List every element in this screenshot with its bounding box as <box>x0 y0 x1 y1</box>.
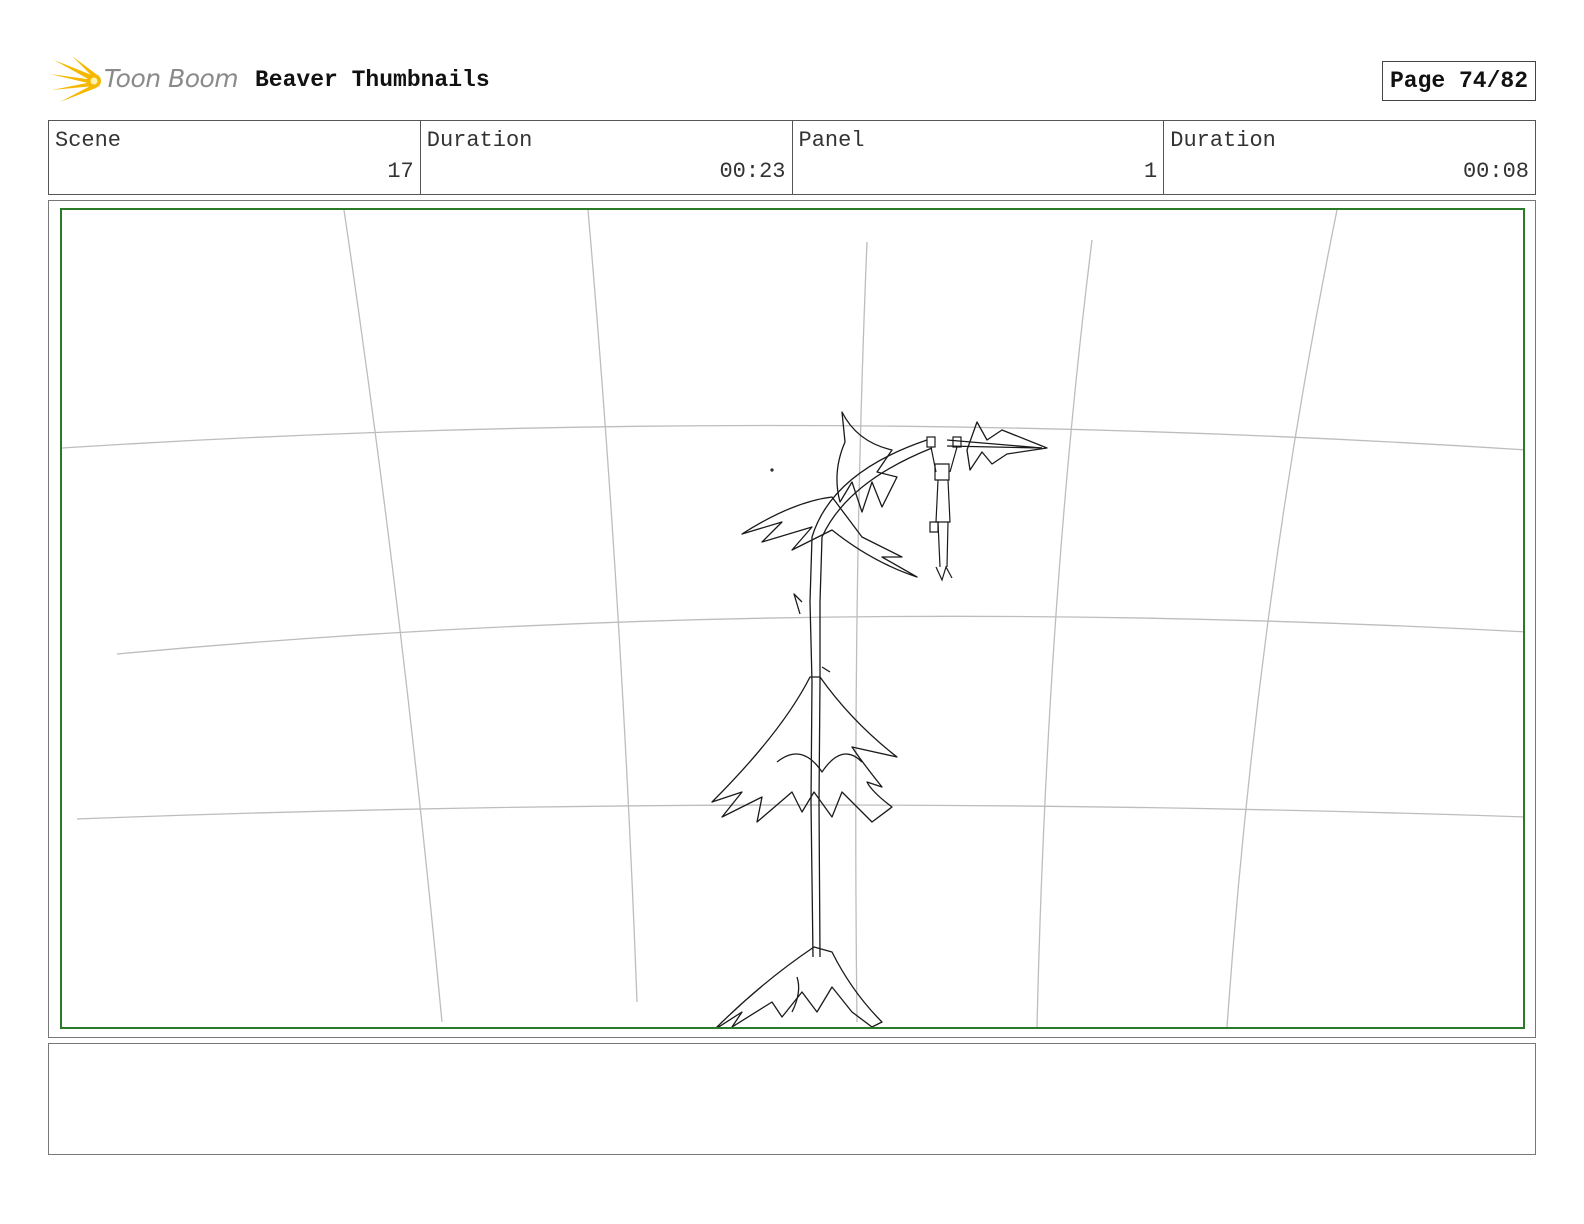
panel-info-bar: Scene 17 Duration 00:23 Panel 1 Duration… <box>48 120 1536 195</box>
document-title: Beaver Thumbnails <box>255 67 490 93</box>
perspective-grid <box>62 210 1523 1027</box>
logo-text: Toon Boom <box>104 64 239 93</box>
scene-duration-value: 00:23 <box>719 159 786 184</box>
panel-duration-value: 00:08 <box>1462 159 1529 184</box>
scene-duration-cell: Duration 00:23 <box>421 121 793 194</box>
scene-duration-label: Duration <box>426 128 533 153</box>
hanging-figure-icon <box>770 436 962 582</box>
scene-label: Scene <box>55 128 122 153</box>
toon-boom-logo: Toon Boom <box>50 54 240 106</box>
panel-sketch <box>60 208 1525 1029</box>
panel-notes-box <box>48 1043 1536 1155</box>
scene-value: 17 <box>387 159 414 184</box>
flame-icon <box>50 56 101 102</box>
panel-value: 1 <box>1144 159 1158 184</box>
panel-duration-label: Duration <box>1170 128 1276 153</box>
page-indicator: Page 74/82 <box>1382 61 1536 101</box>
panel-duration-cell: Duration 00:08 <box>1164 121 1535 194</box>
panel-cell: Panel 1 <box>793 121 1165 194</box>
sketch-tree-icon <box>711 411 1048 1027</box>
scene-cell: Scene 17 <box>49 121 421 194</box>
panel-label: Panel <box>798 128 865 153</box>
